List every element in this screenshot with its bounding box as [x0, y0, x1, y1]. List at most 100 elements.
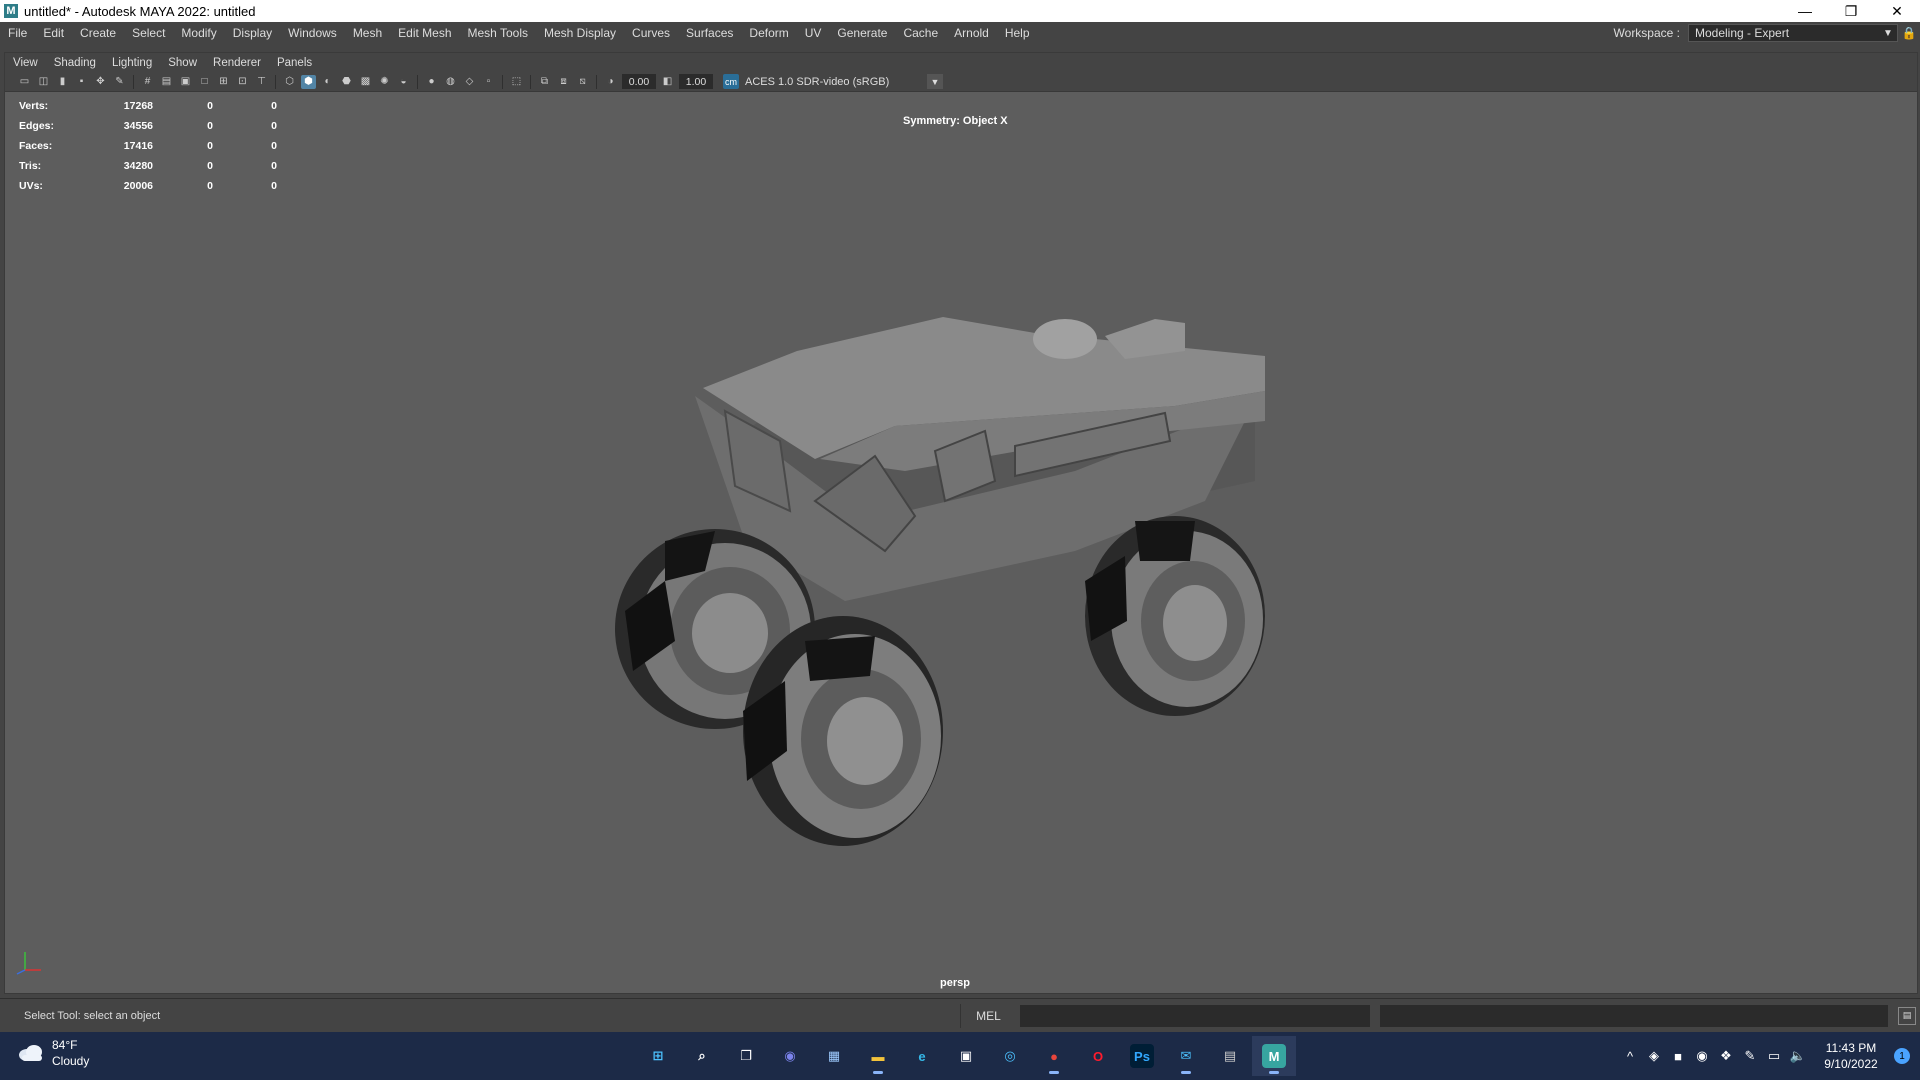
- default-material-icon[interactable]: ◐: [320, 75, 335, 89]
- panel-menu-show[interactable]: Show: [160, 57, 205, 69]
- chevron-down-icon[interactable]: ▼: [927, 74, 943, 89]
- taskbar-photos-button[interactable]: ▦: [812, 1036, 856, 1076]
- isolate-select-icon[interactable]: ⬚: [509, 75, 524, 89]
- menu-uv[interactable]: UV: [797, 26, 830, 40]
- panel-menu-view[interactable]: View: [5, 57, 46, 69]
- taskbar-store-button[interactable]: ▣: [944, 1036, 988, 1076]
- field-chart-icon[interactable]: ⊞: [216, 75, 231, 89]
- taskbar-edge-button[interactable]: e: [900, 1036, 944, 1076]
- volume-icon[interactable]: 🔈: [1786, 1048, 1810, 1064]
- exposure-field[interactable]: 0.00: [622, 74, 656, 89]
- exposure-icon[interactable]: ◑: [603, 75, 618, 89]
- menu-mesh[interactable]: Mesh: [345, 26, 390, 40]
- weather-widget[interactable]: 84°F Cloudy: [18, 1037, 89, 1069]
- chevron-up-icon[interactable]: ^: [1618, 1049, 1642, 1064]
- menu-mesh-tools[interactable]: Mesh Tools: [460, 26, 536, 40]
- menu-create[interactable]: Create: [72, 26, 124, 40]
- menu-mesh-display[interactable]: Mesh Display: [536, 26, 624, 40]
- panel-menu-shading[interactable]: Shading: [46, 57, 104, 69]
- film-gate-icon[interactable]: ▤: [159, 75, 174, 89]
- two-d-pan-icon[interactable]: ✥: [93, 75, 108, 89]
- menu-help[interactable]: Help: [997, 26, 1038, 40]
- network-icon[interactable]: ▭: [1762, 1048, 1786, 1064]
- textured-icon[interactable]: ▩: [358, 75, 373, 89]
- safe-title-icon[interactable]: ⊤: [254, 75, 269, 89]
- close-button[interactable]: ✕: [1874, 0, 1920, 22]
- rear-left-wheel[interactable]: [1085, 516, 1265, 716]
- xray-components-icon[interactable]: ⧅: [575, 75, 590, 89]
- camera-attributes-icon[interactable]: ◫: [36, 75, 51, 89]
- taskbar-chrome-button[interactable]: ●: [1032, 1036, 1076, 1076]
- menu-file[interactable]: File: [0, 26, 35, 40]
- color-management-icon[interactable]: cm: [723, 74, 739, 89]
- lock-icon[interactable]: 🔒: [1898, 26, 1920, 40]
- smooth-shade-icon[interactable]: ⬢: [301, 74, 316, 89]
- taskbar-opera-button[interactable]: O: [1076, 1036, 1120, 1076]
- rover-model[interactable]: [605, 311, 1305, 871]
- menu-windows[interactable]: Windows: [280, 26, 345, 40]
- menu-arnold[interactable]: Arnold: [946, 26, 997, 40]
- dropbox-icon[interactable]: ❖: [1714, 1048, 1738, 1064]
- taskbar-windows-start-button[interactable]: ⊞: [636, 1036, 680, 1076]
- command-input[interactable]: [1020, 1004, 1370, 1027]
- panel-menu-renderer[interactable]: Renderer: [205, 57, 269, 69]
- menu-cache[interactable]: Cache: [895, 26, 946, 40]
- minimize-button[interactable]: —: [1782, 0, 1828, 22]
- image-plane-icon[interactable]: ▪: [74, 75, 89, 89]
- menu-surfaces[interactable]: Surfaces: [678, 26, 741, 40]
- taskbar-teams-chat-button[interactable]: ◉: [768, 1036, 812, 1076]
- script-editor-icon[interactable]: ▤: [1898, 1006, 1916, 1025]
- menu-display[interactable]: Display: [225, 26, 280, 40]
- clock[interactable]: 11:43 PM 9/10/2022: [1816, 1040, 1886, 1072]
- resolution-gate-icon[interactable]: ▣: [178, 75, 193, 89]
- gamma-icon[interactable]: ◧: [660, 75, 675, 89]
- pen-icon[interactable]: ✎: [1738, 1048, 1762, 1064]
- xray-icon[interactable]: ⧉: [537, 75, 552, 89]
- depth-of-field-icon[interactable]: ▫: [481, 75, 496, 89]
- xray-joints-icon[interactable]: ⧈: [556, 75, 571, 89]
- grease-pencil-icon[interactable]: ✎: [112, 75, 127, 89]
- front-right-wheel[interactable]: [743, 616, 943, 846]
- bookmark-icon[interactable]: ▮: [55, 75, 70, 89]
- taskbar-search-button[interactable]: ⌕: [680, 1036, 724, 1076]
- menu-edit-mesh[interactable]: Edit Mesh: [390, 26, 459, 40]
- viewport-panel[interactable]: View Shading Lighting Show Renderer Panels ▭ …: [4, 52, 1918, 994]
- photos-icon: ▦: [827, 1048, 841, 1063]
- menu-generate[interactable]: Generate: [829, 26, 895, 40]
- camera-select-icon[interactable]: ▭: [17, 75, 32, 89]
- shadows-icon[interactable]: ◒: [396, 75, 411, 89]
- menu-modify[interactable]: Modify: [173, 26, 224, 40]
- wireframe-on-shaded-icon[interactable]: ⬣: [339, 75, 354, 89]
- menu-deform[interactable]: Deform: [741, 26, 796, 40]
- restore-button[interactable]: ❐: [1828, 0, 1874, 22]
- antivirus-icon[interactable]: ■: [1666, 1049, 1690, 1064]
- safe-action-icon[interactable]: ⊡: [235, 75, 250, 89]
- view-transform-dropdown[interactable]: ACES 1.0 SDR-video (sRGB): [739, 74, 927, 89]
- taskbar-task-view-button[interactable]: ❐: [724, 1036, 768, 1076]
- gamma-field[interactable]: 1.00: [679, 74, 713, 89]
- notification-badge[interactable]: 1: [1894, 1048, 1910, 1064]
- ambient-occlusion-icon[interactable]: ●: [424, 75, 439, 89]
- taskbar-photoshop-button[interactable]: Ps: [1120, 1036, 1164, 1076]
- grid-icon[interactable]: #: [140, 75, 155, 89]
- panel-menu-panels[interactable]: Panels: [269, 57, 320, 69]
- motion-blur-icon[interactable]: ◍: [443, 75, 458, 89]
- taskbar-maya-button[interactable]: M: [1252, 1036, 1296, 1076]
- wireframe-icon[interactable]: ⬡: [282, 75, 297, 89]
- gate-mask-icon[interactable]: □: [197, 75, 212, 89]
- lights-icon[interactable]: ✺: [377, 75, 392, 89]
- taskbar-file-explorer-button[interactable]: ▬: [856, 1036, 900, 1076]
- symmetry-status: Symmetry: Object X: [903, 115, 1008, 127]
- anti-aliasing-icon[interactable]: ◇: [462, 75, 477, 89]
- menu-curves[interactable]: Curves: [624, 26, 678, 40]
- taskbar-mail-button[interactable]: ✉: [1164, 1036, 1208, 1076]
- script-language-toggle[interactable]: MEL: [960, 1003, 1016, 1028]
- menu-select[interactable]: Select: [124, 26, 173, 40]
- workspace-dropdown[interactable]: Modeling - Expert ▼: [1688, 24, 1898, 42]
- taskbar-calculator-button[interactable]: ▤: [1208, 1036, 1252, 1076]
- panel-menu-lighting[interactable]: Lighting: [104, 57, 160, 69]
- menu-edit[interactable]: Edit: [35, 26, 72, 40]
- vpn-icon[interactable]: ◉: [1690, 1048, 1714, 1064]
- defender-icon[interactable]: ◈: [1642, 1048, 1666, 1064]
- taskbar-settings-app-button[interactable]: ◎: [988, 1036, 1032, 1076]
